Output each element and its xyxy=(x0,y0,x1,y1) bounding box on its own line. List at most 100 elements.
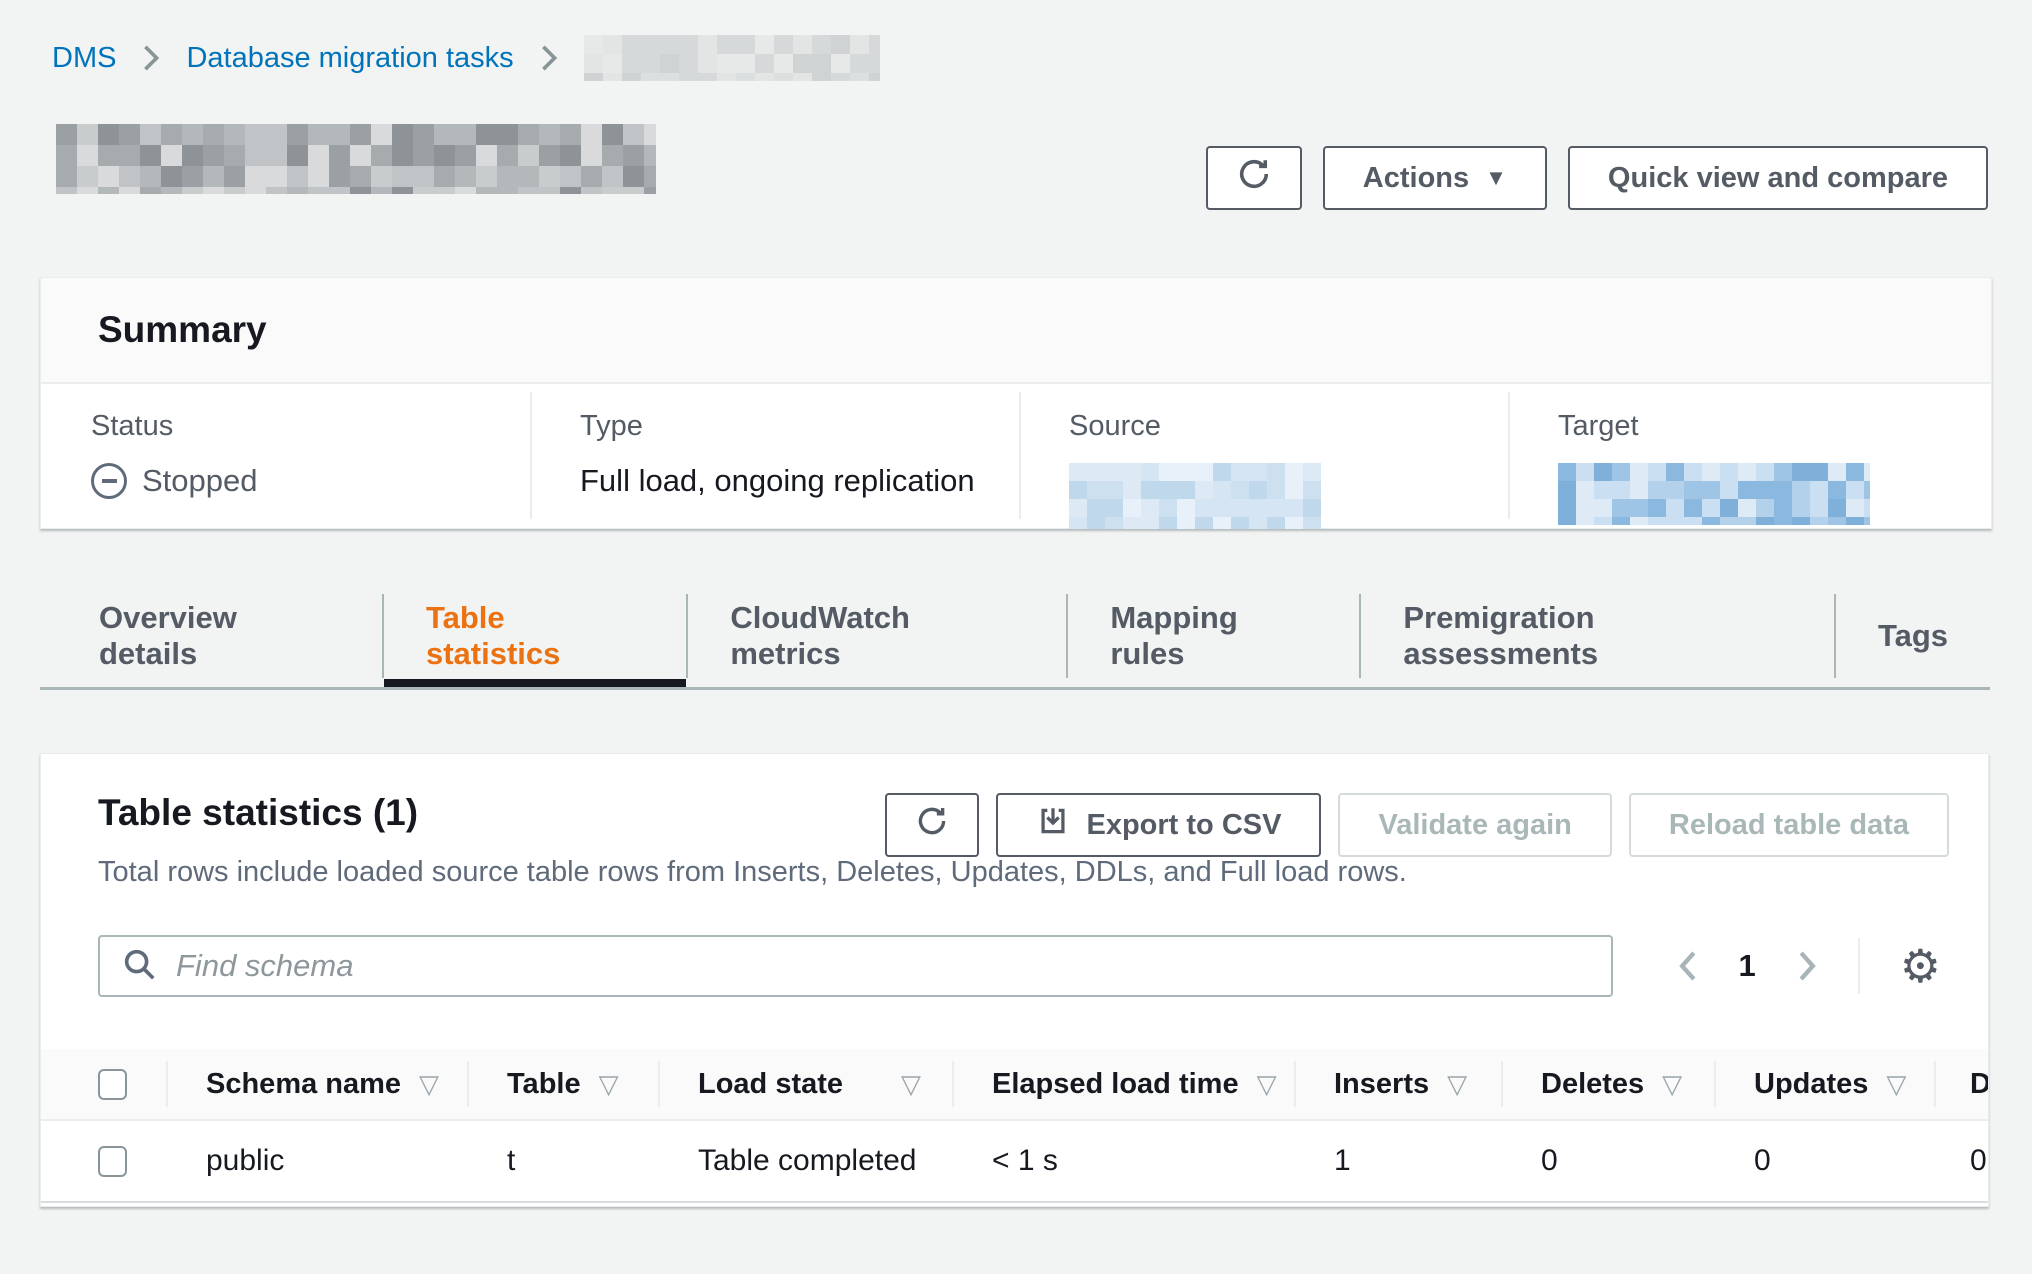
cell-updates: 0 xyxy=(1714,1121,1934,1201)
table-statistics-description: Total rows include loaded source table r… xyxy=(98,856,1407,889)
chevron-right-icon xyxy=(540,44,558,72)
select-all-checkbox[interactable] xyxy=(98,1069,127,1100)
tab-label: Tags xyxy=(1878,618,1948,654)
pagination-divider xyxy=(1858,938,1860,994)
actions-button-label: Actions xyxy=(1363,162,1469,195)
tab-label: Table statistics xyxy=(426,600,644,672)
chevron-right-icon[interactable] xyxy=(1796,950,1818,982)
column-header-elapsed-load-time[interactable]: Elapsed load time ▽ xyxy=(952,1049,1294,1119)
column-header-schema-name[interactable]: Schema name ▽ xyxy=(166,1049,467,1119)
cell-schema-name: public xyxy=(166,1121,467,1201)
breadcrumb-link-dms[interactable]: DMS xyxy=(52,42,116,75)
cell-inserts: 1 xyxy=(1294,1121,1501,1201)
row-select-cell xyxy=(41,1121,166,1201)
gear-icon[interactable]: ⚙ xyxy=(1900,943,1941,989)
sort-icon: ▽ xyxy=(419,1069,439,1100)
breadcrumb-current-redacted xyxy=(584,35,880,81)
cell-deletes: 0 xyxy=(1501,1121,1714,1201)
summary-source-column: Source xyxy=(1019,384,1508,529)
dms-task-page: DMS Database migration tasks Actions ▼ Q… xyxy=(0,0,2032,1274)
column-label: Schema name xyxy=(206,1068,401,1101)
source-label: Source xyxy=(1069,410,1508,443)
search-input[interactable] xyxy=(174,947,1603,985)
header-actions: Actions ▼ Quick view and compare xyxy=(1206,146,1988,210)
column-label: Updates xyxy=(1754,1068,1868,1101)
summary-panel-title: Summary xyxy=(41,278,1991,384)
export-csv-label: Export to CSV xyxy=(1086,809,1281,842)
cell-elapsed-load-time: < 1 s xyxy=(952,1121,1294,1201)
breadcrumb: DMS Database migration tasks xyxy=(52,32,880,84)
column-label: Deletes xyxy=(1541,1068,1644,1101)
column-label: DDLs xyxy=(1970,1068,1989,1101)
refresh-icon xyxy=(915,804,949,846)
cell-load-state: Table completed xyxy=(658,1121,952,1201)
table-statistics-title: Table statistics (1) xyxy=(98,792,418,834)
source-endpoint-link-redacted[interactable] xyxy=(1069,463,1321,529)
column-header-deletes[interactable]: Deletes ▽ xyxy=(1501,1049,1714,1119)
column-label: Table xyxy=(507,1068,581,1101)
breadcrumb-link-tasks[interactable]: Database migration tasks xyxy=(186,42,513,75)
column-header-updates[interactable]: Updates ▽ xyxy=(1714,1049,1934,1119)
sort-icon: ▽ xyxy=(901,1069,921,1100)
tab-mapping-rules[interactable]: Mapping rules xyxy=(1068,594,1361,678)
tab-cloudwatch-metrics[interactable]: CloudWatch metrics xyxy=(688,594,1068,678)
reload-table-data-label: Reload table data xyxy=(1669,809,1909,842)
type-value: Full load, ongoing replication xyxy=(580,463,1019,499)
cell-ddls: 0 xyxy=(1934,1121,1989,1201)
summary-type-column: Type Full load, ongoing replication xyxy=(530,384,1019,529)
refresh-button[interactable] xyxy=(1206,146,1302,210)
export-csv-button[interactable]: Export to CSV xyxy=(996,793,1321,857)
stopped-icon xyxy=(91,463,127,499)
chevron-right-icon xyxy=(142,44,160,72)
column-header-inserts[interactable]: Inserts ▽ xyxy=(1294,1049,1501,1119)
quick-view-compare-button[interactable]: Quick view and compare xyxy=(1568,146,1988,210)
sort-icon: ▽ xyxy=(1447,1069,1467,1100)
column-label: Elapsed load time xyxy=(992,1068,1239,1101)
status-label: Status xyxy=(91,410,530,443)
column-header-load-state[interactable]: Load state ▽ xyxy=(658,1049,952,1119)
sort-icon: ▽ xyxy=(1662,1069,1682,1100)
reload-table-data-button[interactable]: Reload table data xyxy=(1629,793,1949,857)
row-checkbox[interactable] xyxy=(98,1146,127,1177)
tab-label: Overview details xyxy=(99,600,340,672)
page-number[interactable]: 1 xyxy=(1739,948,1756,984)
download-icon xyxy=(1036,804,1070,846)
status-value: Stopped xyxy=(91,463,530,499)
summary-target-column: Target xyxy=(1508,384,1991,529)
table-statistics-actions: Export to CSV Validate again Reload tabl… xyxy=(885,793,1949,857)
column-label: Load state xyxy=(698,1068,843,1101)
sort-icon: ▽ xyxy=(1257,1069,1277,1100)
target-endpoint-link-redacted[interactable] xyxy=(1558,463,1870,525)
search-icon xyxy=(120,945,158,988)
column-header-table[interactable]: Table ▽ xyxy=(467,1049,658,1119)
tab-tags[interactable]: Tags xyxy=(1836,594,1990,678)
summary-panel: Summary Status Stopped Type Full load, o… xyxy=(40,277,1992,529)
table-header-row: Schema name ▽ Table ▽ Load state ▽ Elaps… xyxy=(41,1049,1989,1121)
column-header-ddls[interactable]: DDLs xyxy=(1934,1049,1989,1119)
quick-view-label: Quick view and compare xyxy=(1608,162,1948,195)
pagination: 1 ⚙ xyxy=(1677,935,1942,997)
schema-search xyxy=(98,935,1613,997)
column-label: Inserts xyxy=(1334,1068,1429,1101)
validate-again-button[interactable]: Validate again xyxy=(1338,793,1611,857)
tab-label: Mapping rules xyxy=(1110,600,1317,672)
tab-label: Premigration assessments xyxy=(1403,600,1792,672)
page-title-redacted xyxy=(56,124,656,194)
target-label: Target xyxy=(1558,410,1991,443)
tab-table-statistics[interactable]: Table statistics xyxy=(384,594,688,678)
tab-overview-details[interactable]: Overview details xyxy=(57,594,384,678)
summary-status-column: Status Stopped xyxy=(41,384,530,529)
tab-label: CloudWatch metrics xyxy=(730,600,1024,672)
select-all-cell xyxy=(41,1049,166,1119)
table-row: public t Table completed < 1 s 1 0 0 0 xyxy=(41,1121,1989,1203)
table-refresh-button[interactable] xyxy=(885,793,979,857)
tab-premigration-assessments[interactable]: Premigration assessments xyxy=(1361,594,1836,678)
task-tabs: Overview details Table statistics CloudW… xyxy=(40,594,1990,690)
status-text: Stopped xyxy=(142,463,258,499)
refresh-icon xyxy=(1236,156,1272,200)
sort-icon: ▽ xyxy=(599,1069,619,1100)
chevron-left-icon[interactable] xyxy=(1677,950,1699,982)
cell-table: t xyxy=(467,1121,658,1201)
actions-button[interactable]: Actions ▼ xyxy=(1323,146,1547,210)
type-label: Type xyxy=(580,410,1019,443)
